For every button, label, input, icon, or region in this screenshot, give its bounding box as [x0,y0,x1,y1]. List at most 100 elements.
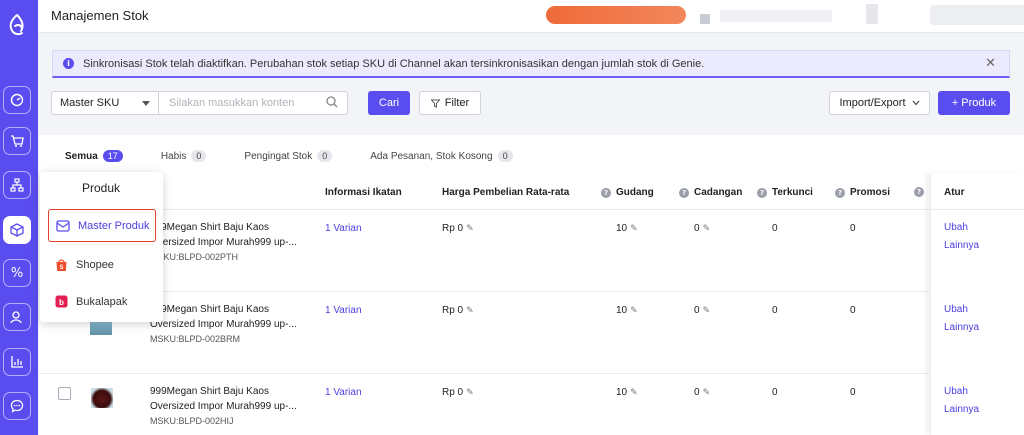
edit-link[interactable]: Ubah [944,386,968,397]
tab-label: Ada Pesanan, Stok Kosong [370,150,493,162]
divider [39,291,929,292]
column-header-informasi-ikatan: Informasi Ikatan [325,187,402,198]
product-name[interactable]: 999Megan Shirt Baju Kaos Oversized Impor… [150,384,305,414]
column-header-promosi: ? Promosi [835,187,890,198]
filter-button[interactable]: Filter [419,91,481,115]
column-header-cut-off: ? [914,187,929,197]
warehouse-stock-cell: 10 ✎ [616,223,638,234]
edit-pencil-icon[interactable]: ✎ [466,224,474,234]
status-tabs: Semua 17 Habis 0 Pengingat Stok 0 Ada Pe… [65,150,551,162]
edit-link[interactable]: Ubah [944,304,968,315]
help-icon[interactable]: ? [601,187,611,198]
more-link[interactable]: Lainnya [944,240,979,251]
close-icon[interactable]: ✕ [985,56,996,71]
tab-semua[interactable]: Semua 17 [65,150,123,162]
import-export-label: Import/Export [839,97,906,109]
locked-stock-value: 0 [772,223,778,234]
cart-icon[interactable] [3,127,31,155]
reserved-stock-cell: 0 ✎ [694,387,710,398]
variant-link[interactable]: 1 Varian [325,305,362,316]
edit-pencil-icon[interactable]: ✎ [466,388,474,398]
tab-habis[interactable]: Habis 0 [161,150,207,162]
column-header-atur: Atur [944,187,965,198]
promotion-percent-icon[interactable]: % [3,259,31,287]
divider [39,373,929,374]
help-icon[interactable]: ? [757,187,767,198]
info-icon: i [63,58,74,69]
avg-price-cell: Rp 0 ✎ [442,223,474,234]
row-checkbox[interactable] [58,387,71,400]
variant-link[interactable]: 1 Varian [325,387,362,398]
edit-pencil-icon[interactable]: ✎ [630,224,638,234]
search-input[interactable]: Silakan masukkan konten [158,91,348,115]
report-chart-icon[interactable] [3,348,31,376]
more-link[interactable]: Lainnya [944,322,979,333]
edit-pencil-icon[interactable]: ✎ [466,306,474,316]
divider [39,209,929,210]
redacted-user-area [930,5,1024,25]
sync-alert: i Sinkronisasi Stok telah diaktifkan. Pe… [52,50,1010,78]
edit-pencil-icon[interactable]: ✎ [630,306,638,316]
warehouse-stock-value: 10 [616,223,628,234]
reserved-stock-cell: 0 ✎ [694,305,710,316]
chat-icon[interactable] [3,392,31,420]
edit-link[interactable]: Ubah [944,222,968,233]
redacted-block [720,10,832,22]
import-export-button[interactable]: Import/Export [829,91,930,115]
edit-pencil-icon[interactable]: ✎ [703,306,711,316]
avg-price-cell: Rp 0 ✎ [442,387,474,398]
reserved-stock-value: 0 [694,305,700,316]
tab-ada-pesanan[interactable]: Ada Pesanan, Stok Kosong 0 [370,150,513,162]
tab-label: Semua [65,150,98,162]
filter-label: Filter [444,97,470,109]
search-button[interactable]: Cari [368,91,410,115]
menu-item-bukalapak[interactable]: b Bukalapak [48,285,156,318]
box-icon [56,219,70,232]
dashboard-icon[interactable] [3,86,31,114]
app-root: % Manajemen Stok i Sinkronisasi Stok tel… [0,0,1024,435]
shopee-icon: S [56,259,67,271]
product-name[interactable]: 999Megan Shirt Baju Kaos Oversized Impor… [150,220,305,250]
warehouse-stock-cell: 10 ✎ [616,387,638,398]
reserved-stock-value: 0 [694,223,700,234]
product-msku: MSKU:BLPD-002PTH [150,252,239,262]
caret-down-icon [142,101,150,106]
column-header-gudang: ? Gudang [601,187,654,198]
menu-item-label: Shopee [76,258,114,271]
hierarchy-icon[interactable] [3,171,31,199]
edit-pencil-icon[interactable]: ✎ [703,388,711,398]
tab-label: Habis [160,150,187,162]
product-thumbnail [91,388,113,408]
product-msku: MSKU:BLPD-002HIJ [150,416,234,426]
menu-item-master-produk[interactable]: Master Produk [48,209,156,242]
menu-item-label: Bukalapak [76,295,128,308]
column-header-terkunci: ? Terkunci [757,187,813,198]
app-logo-icon[interactable] [0,8,34,44]
customer-icon[interactable] [3,303,31,331]
variant-link[interactable]: 1 Varian [325,223,362,234]
add-product-button[interactable]: + Produk [938,91,1010,115]
edit-pencil-icon[interactable]: ✎ [703,224,711,234]
more-link[interactable]: Lainnya [944,404,979,415]
reserved-stock-value: 0 [694,387,700,398]
promo-stock-value: 0 [850,387,856,398]
top-header: Manajemen Stok [38,0,1024,33]
menu-item-shopee[interactable]: S Shopee [48,248,156,281]
search-type-select[interactable]: Master SKU [51,91,159,115]
product-name[interactable]: 999Megan Shirt Baju Kaos Oversized Impor… [150,302,305,332]
promo-stock-value: 0 [850,223,856,234]
search-icon[interactable] [326,96,338,108]
column-label: Promosi [850,187,891,198]
help-icon[interactable]: ? [914,187,924,197]
avg-price-value: Rp 0 [442,387,464,398]
edit-pencil-icon[interactable]: ✎ [630,388,638,398]
help-icon[interactable]: ? [679,187,689,198]
warehouse-stock-value: 10 [616,305,628,316]
tab-pengingat-stok[interactable]: Pengingat Stok 0 [244,150,333,162]
product-box-icon[interactable] [3,216,31,244]
help-icon[interactable]: ? [835,187,845,198]
filter-icon [430,98,440,108]
column-label: Terkunci [772,187,813,198]
avg-price-value: Rp 0 [442,305,464,316]
locked-stock-value: 0 [772,387,778,398]
